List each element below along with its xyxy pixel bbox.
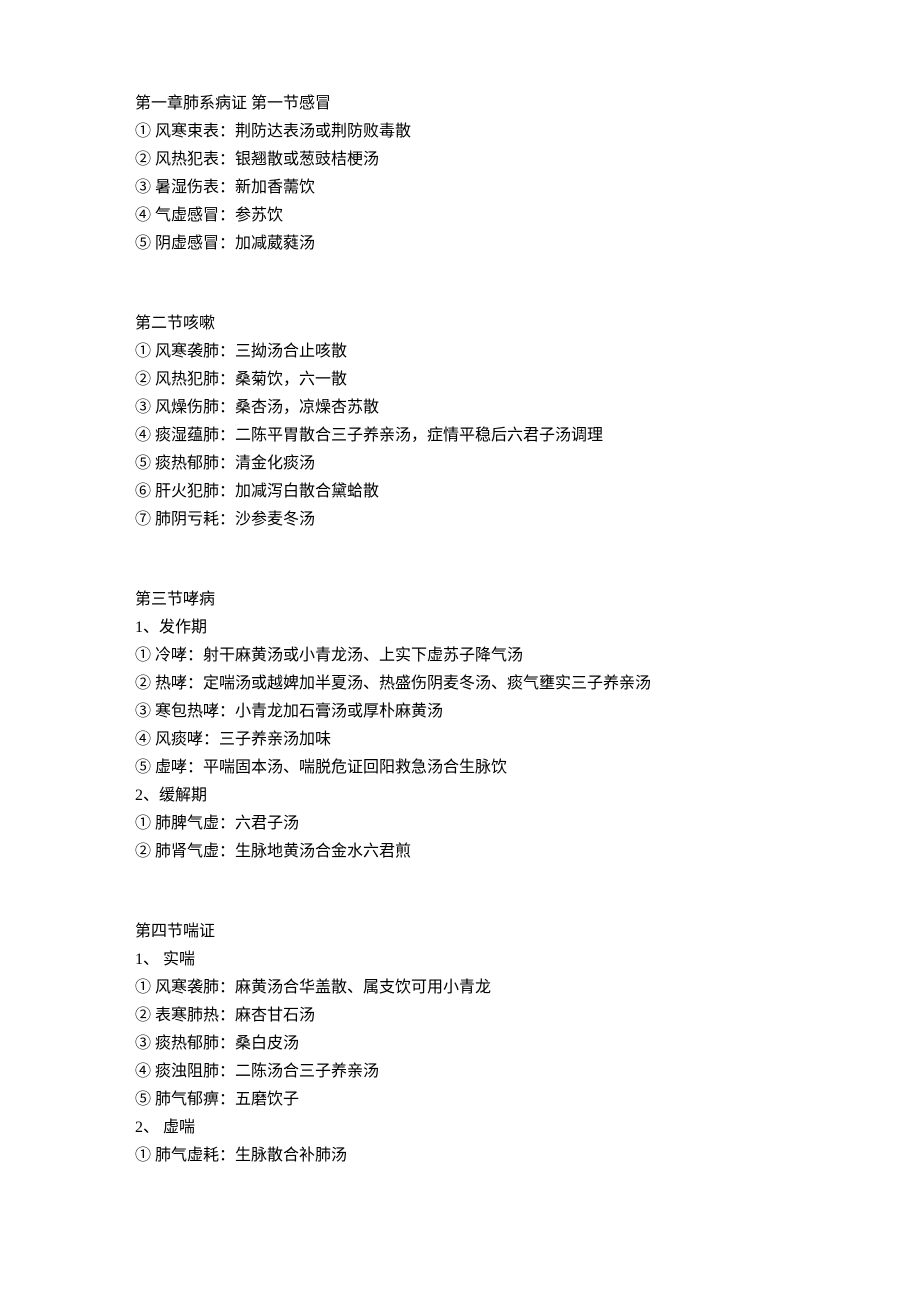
section4-sub1-item: ③ 痰热郁肺：桑白皮汤 xyxy=(135,1030,785,1058)
section4-sub1-item: ⑤ 肺气郁痹：五磨饮子 xyxy=(135,1086,785,1114)
section2-heading: 第二节咳嗽 xyxy=(135,310,785,338)
section3-heading: 第三节哮病 xyxy=(135,586,785,614)
section3-sub1-label: 1、发作期 xyxy=(135,614,785,642)
section3-sub1-item: ② 热哮：定喘汤或越婢加半夏汤、热盛伤阴麦冬汤、痰气壅实三子养亲汤 xyxy=(135,670,785,698)
section-separator xyxy=(135,534,785,586)
section1-heading: 第一章肺系病证 第一节感冒 xyxy=(135,90,785,118)
section4-sub1-item: ④ 痰浊阻肺：二陈汤合三子养亲汤 xyxy=(135,1058,785,1086)
section2-item: ⑤ 痰热郁肺：清金化痰汤 xyxy=(135,450,785,478)
section2-item: ② 风热犯肺：桑菊饮，六一散 xyxy=(135,366,785,394)
section1-item: ④ 气虚感冒：参苏饮 xyxy=(135,202,785,230)
section4-heading: 第四节喘证 xyxy=(135,918,785,946)
section3-sub1-item: ④ 风痰哮：三子养亲汤加味 xyxy=(135,726,785,754)
section3-sub2-item: ① 肺脾气虚：六君子汤 xyxy=(135,810,785,838)
section2-item: ① 风寒袭肺：三拗汤合止咳散 xyxy=(135,338,785,366)
section3-sub1-item: ③ 寒包热哮：小青龙加石膏汤或厚朴麻黄汤 xyxy=(135,698,785,726)
section4-sub1-label: 1、 实喘 xyxy=(135,946,785,974)
section2-item: ⑥ 肝火犯肺：加减泻白散合黛蛤散 xyxy=(135,478,785,506)
section3-sub1-item: ① 冷哮：射干麻黄汤或小青龙汤、上实下虚苏子降气汤 xyxy=(135,642,785,670)
section4-sub1-item: ① 风寒袭肺：麻黄汤合华盖散、属支饮可用小青龙 xyxy=(135,974,785,1002)
section-separator xyxy=(135,866,785,918)
section4-sub2-item: ① 肺气虚耗：生脉散合补肺汤 xyxy=(135,1142,785,1170)
section1-item: ① 风寒束表：荆防达表汤或荆防败毒散 xyxy=(135,118,785,146)
section2-item: ③ 风燥伤肺：桑杏汤，凉燥杏苏散 xyxy=(135,394,785,422)
section3-sub2-label: 2、缓解期 xyxy=(135,782,785,810)
section3-sub1-item: ⑤ 虚哮：平喘固本汤、喘脱危证回阳救急汤合生脉饮 xyxy=(135,754,785,782)
section1-item: ② 风热犯表：银翘散或葱豉桔梗汤 xyxy=(135,146,785,174)
section4-sub2-label: 2、 虚喘 xyxy=(135,1114,785,1142)
section2-item: ⑦ 肺阴亏耗：沙参麦冬汤 xyxy=(135,506,785,534)
section1-item: ⑤ 阴虚感冒：加减葳蕤汤 xyxy=(135,230,785,258)
section-separator xyxy=(135,258,785,310)
section1-item: ③ 暑湿伤表：新加香薷饮 xyxy=(135,174,785,202)
section2-item: ④ 痰湿蕴肺：二陈平胃散合三子养亲汤，症情平稳后六君子汤调理 xyxy=(135,422,785,450)
section4-sub1-item: ② 表寒肺热：麻杏甘石汤 xyxy=(135,1002,785,1030)
section3-sub2-item: ② 肺肾气虚：生脉地黄汤合金水六君煎 xyxy=(135,838,785,866)
